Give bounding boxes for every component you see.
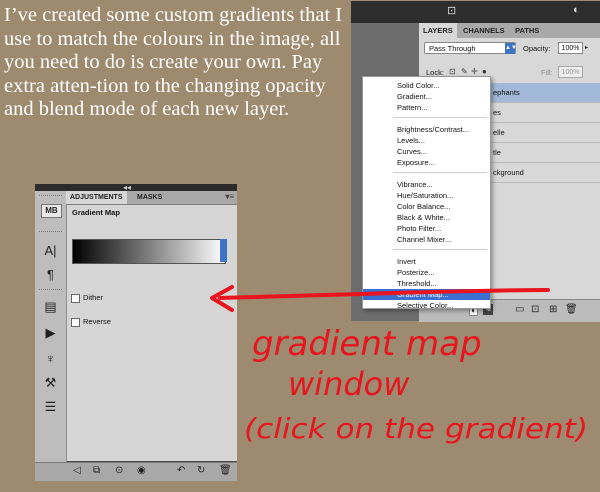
annotation-line-1: gradient map: [252, 324, 482, 364]
annotation-line-2: window: [288, 365, 410, 403]
annotation-line-3: (click on the gradient): [244, 412, 588, 445]
arrow-icon: [218, 288, 550, 300]
annotation-overlay: gradient map window (click on the gradie…: [210, 285, 588, 445]
